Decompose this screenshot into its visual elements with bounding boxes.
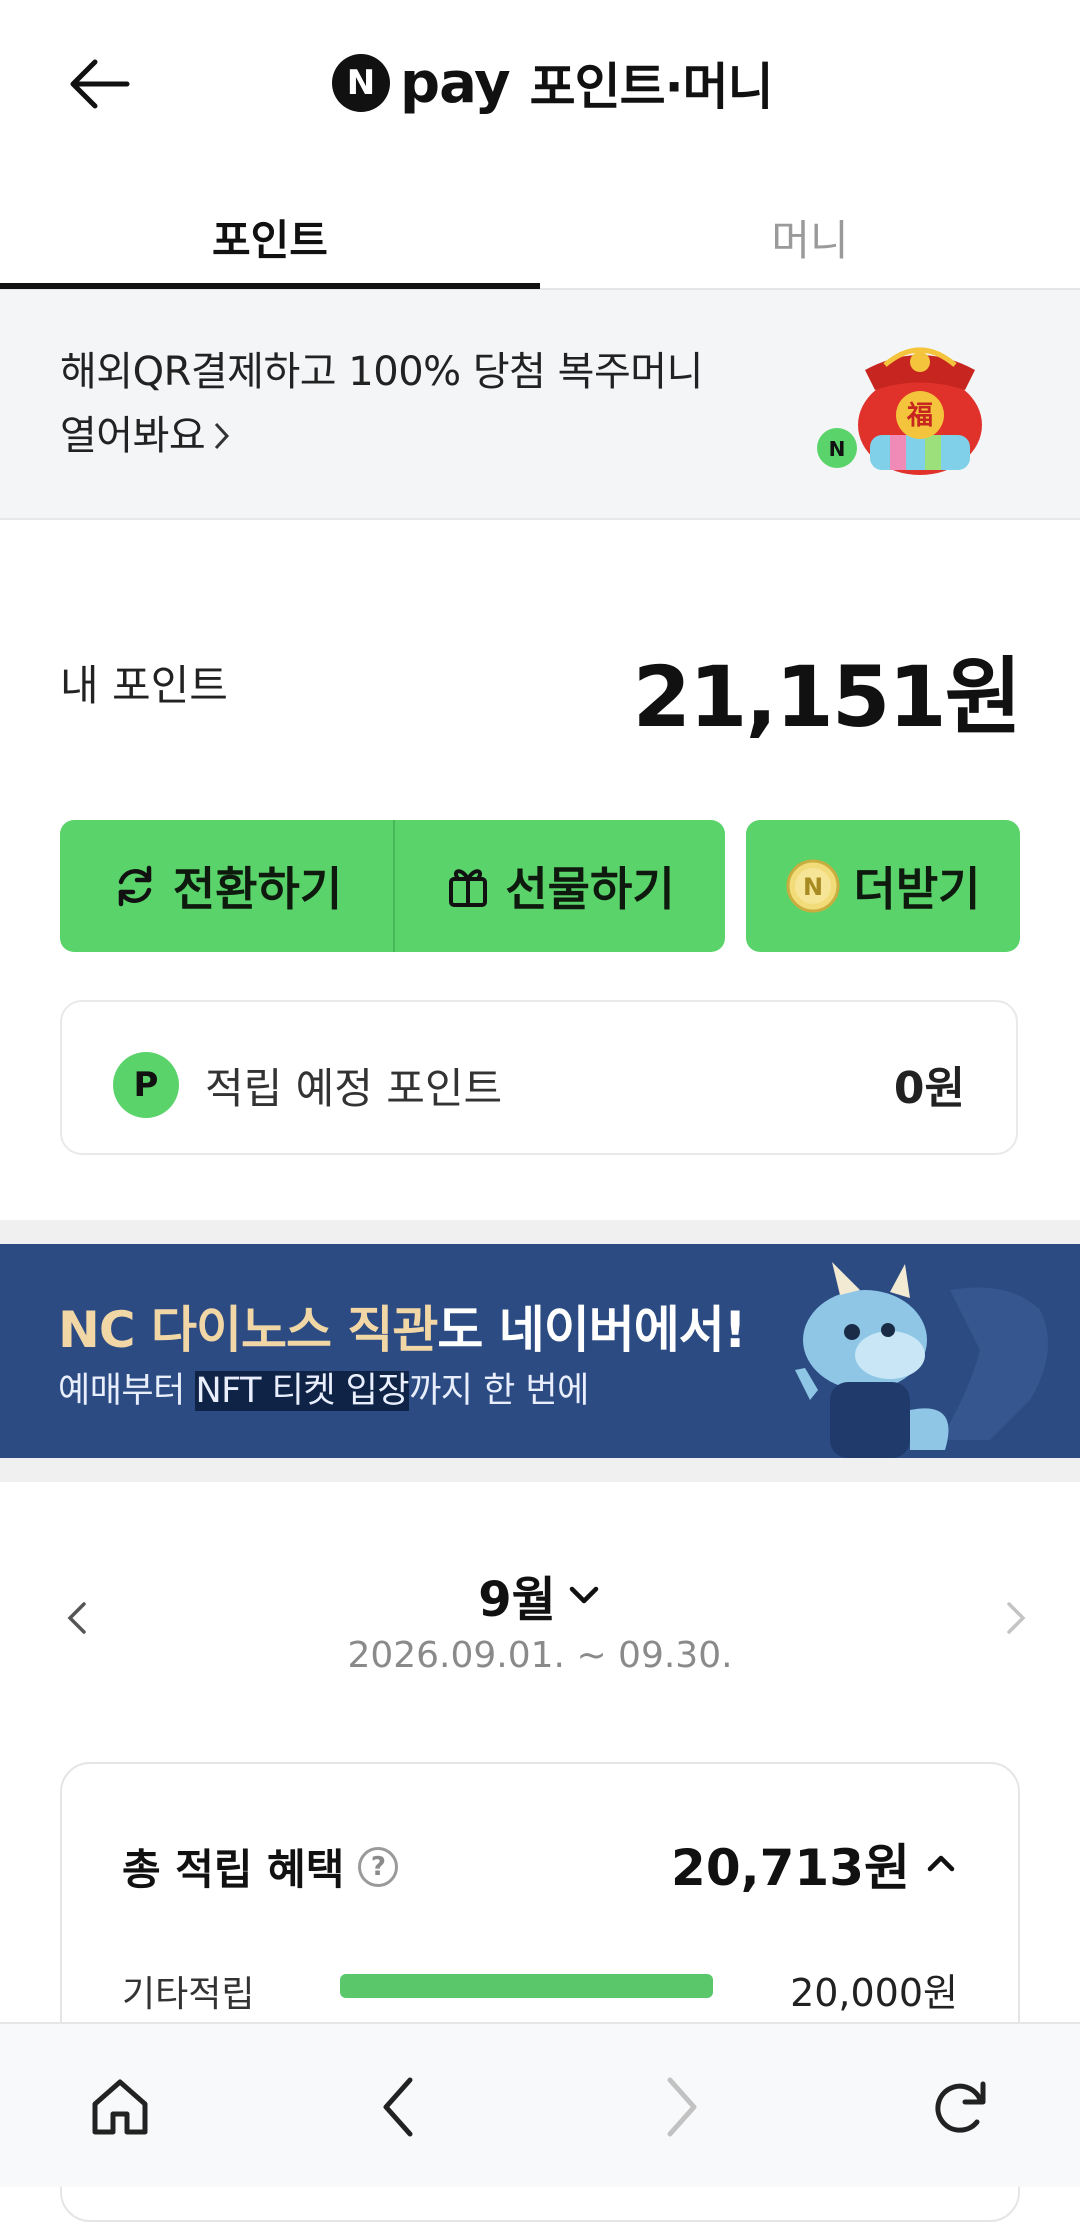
chevron-left-icon — [383, 2077, 413, 2137]
my-points-value: 21,151원 — [632, 648, 1022, 746]
pending-points-card[interactable] — [60, 1000, 1018, 1155]
month-label: 9월 — [478, 1572, 556, 1628]
total-benefit-value: 20,713원 — [671, 1839, 910, 1897]
total-benefit-label: 총 적립 혜택 — [122, 1845, 345, 1894]
convert-label: 전환하기 — [172, 862, 343, 916]
chevron-down-icon — [569, 1586, 599, 1604]
browser-back-button[interactable] — [355, 2062, 445, 2152]
home-button[interactable] — [75, 2062, 165, 2152]
breakdown-bar-fill — [340, 1974, 713, 1998]
next-month-button[interactable] — [995, 1598, 1035, 1638]
convert-button[interactable]: 전환하기 — [60, 820, 393, 952]
banner-title-rest: 도 네이버에서! — [437, 1301, 746, 1359]
earn-more-button[interactable]: N 더받기 — [746, 820, 1020, 952]
banner-title-highlight: NC 다이노스 직관 — [58, 1301, 438, 1359]
home-icon — [92, 2079, 148, 2135]
chevron-right-icon — [1007, 1602, 1026, 1634]
help-icon[interactable]: ? — [358, 1846, 399, 1887]
back-button[interactable] — [58, 52, 138, 116]
refresh-icon — [118, 865, 152, 907]
naver-n-icon: N — [332, 54, 390, 112]
arrow-left-icon — [70, 59, 130, 109]
earn-more-label: 더받기 — [853, 862, 981, 916]
pending-points-label: 적립 예정 포인트 — [205, 1064, 503, 1113]
total-benefit-title: 총 적립 혜택 ? — [122, 1836, 399, 1897]
breakdown-row-label: 기타적립 — [122, 1974, 255, 2015]
gift-button[interactable]: 선물하기 — [395, 820, 725, 952]
banner-title: NC 다이노스 직관도 네이버에서! — [58, 1290, 747, 1362]
my-points-label: 내 포인트 — [60, 661, 228, 710]
chevron-right-icon — [667, 2077, 697, 2137]
section-divider-2 — [0, 1458, 1080, 1482]
banner-sub-pre: 예매부터 — [58, 1371, 196, 1411]
promo-text[interactable]: 해외QR결제하고 100% 당첨 복주머니 열어봐요 — [60, 340, 760, 468]
month-date-range: 2026.09.01. ~ 09.30. — [347, 1635, 733, 1676]
chevron-up-icon — [927, 1855, 955, 1872]
npay-coin-icon: N — [786, 859, 840, 913]
pending-points-value: 0원 — [893, 1063, 965, 1114]
tab-money[interactable]: 머니 — [540, 185, 1080, 290]
gift-label: 선물하기 — [505, 862, 675, 916]
total-benefit-toggle[interactable]: 20,713원 — [671, 1828, 958, 1900]
banner-sub-mark: NFT 티켓 입장 — [195, 1371, 410, 1411]
reload-icon — [935, 2081, 986, 2133]
banner-sub-post: 까지 한 번에 — [409, 1371, 589, 1411]
section-divider — [0, 1220, 1080, 1244]
promo-line1: 해외QR결제하고 100% 당첨 복주머니 — [60, 349, 703, 395]
point-badge-icon: P — [113, 1052, 179, 1118]
browser-forward-button[interactable] — [635, 2062, 725, 2152]
gift-icon — [449, 869, 488, 907]
chevron-right-icon — [215, 422, 230, 450]
active-tab-indicator — [0, 283, 540, 289]
month-selector[interactable]: 9월 — [380, 1560, 700, 1630]
page-title: 포인트·머니 — [529, 58, 774, 116]
pay-wordmark: pay — [400, 50, 511, 116]
prev-month-button[interactable] — [58, 1598, 98, 1638]
npay-logo: N pay 포인트·머니 — [332, 48, 774, 118]
tab-points[interactable]: 포인트 — [0, 185, 540, 290]
promo-line2: 열어봐요 — [60, 413, 206, 459]
lucky-pouch-icon: 福 N — [817, 347, 982, 475]
chevron-left-icon — [67, 1602, 86, 1634]
dinos-mascot-icon — [795, 1262, 1048, 1458]
breakdown-row-value: 20,000원 — [790, 1971, 958, 2015]
reload-button[interactable] — [915, 2062, 1005, 2152]
banner-subtitle: 예매부터 NFT 티켓 입장까지 한 번에 — [58, 1362, 589, 1413]
pouch-coin-letter: N — [829, 437, 846, 461]
coin-letter: N — [802, 873, 822, 901]
pouch-char: 福 — [906, 401, 933, 431]
